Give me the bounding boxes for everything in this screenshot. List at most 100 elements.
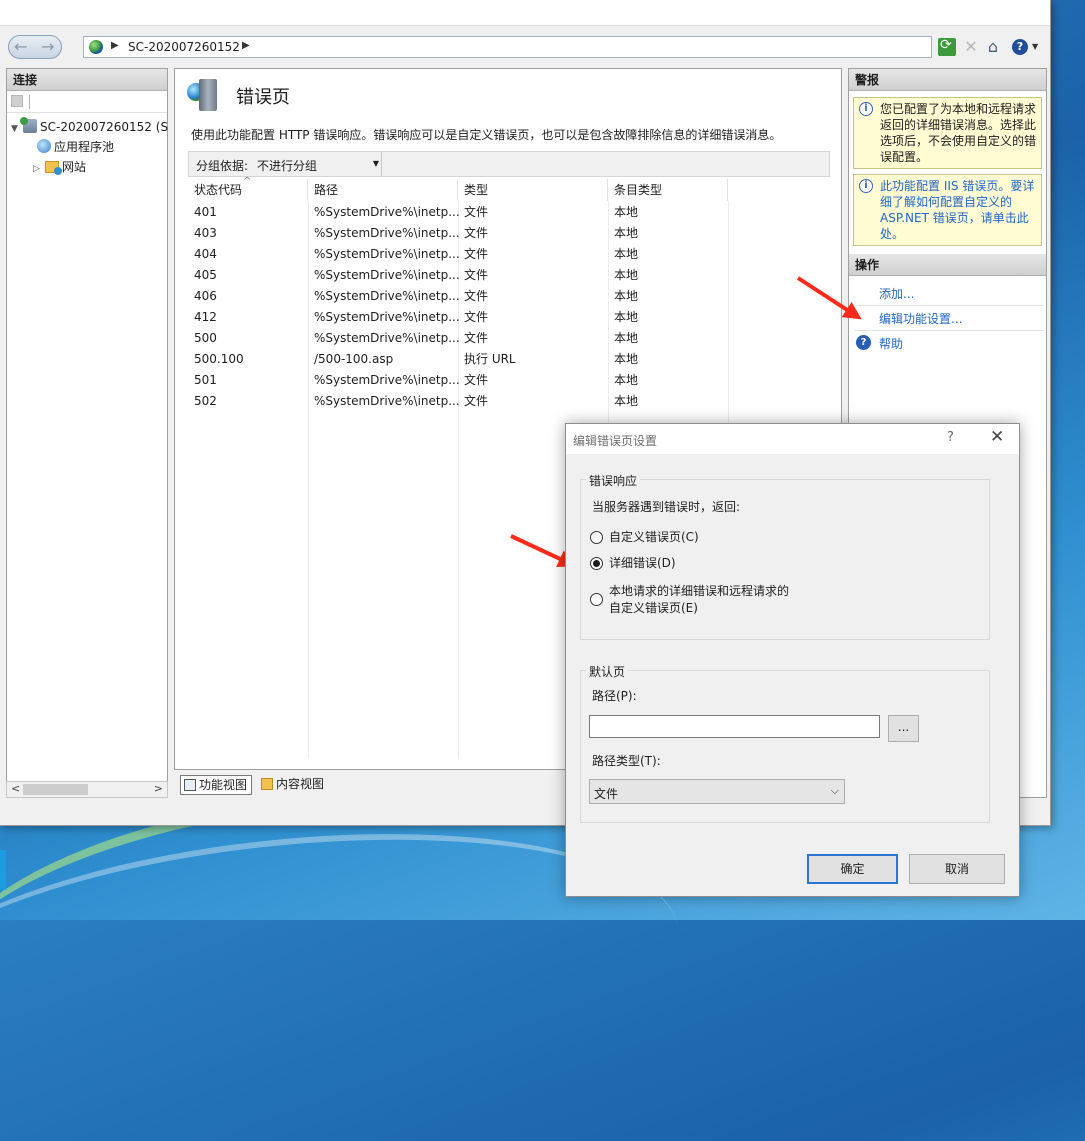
toolbar-separator <box>381 152 382 176</box>
action-help[interactable]: 帮助 <box>879 335 903 352</box>
cell-entry-type: 本地 <box>614 352 639 366</box>
scroll-thumb[interactable] <box>23 784 88 795</box>
app-pool-icon <box>37 139 51 153</box>
breadcrumb-arrow-icon[interactable]: ▶ <box>111 40 119 51</box>
alert-more-info[interactable]: i 此功能配置 IIS 错误页。要详细了解如何配置自定义的 ASP.NET 错误… <box>853 174 1042 246</box>
connections-toolbar <box>7 91 167 113</box>
cell-status-code: 406 <box>194 289 217 303</box>
desktop-icon-edge <box>0 850 6 890</box>
cell-entry-type: 本地 <box>614 247 639 261</box>
cell-entry-type: 本地 <box>614 394 639 408</box>
dialog-help-button[interactable]: ? <box>947 430 954 445</box>
cell-status-code: 404 <box>194 247 217 261</box>
chevron-down-icon[interactable]: ⌵ <box>831 784 839 798</box>
table-row[interactable]: 403 %SystemDrive%\inetp... 文件 本地 <box>188 223 728 244</box>
radio-label-mixed-line1[interactable]: 本地请求的详细错误和远程请求的 <box>609 583 789 600</box>
action-edit-feature-settings[interactable]: 编辑功能设置... <box>879 310 962 327</box>
action-separator <box>855 305 1044 306</box>
chevron-right-icon[interactable]: ▷ <box>33 160 45 178</box>
cell-status-code: 405 <box>194 268 217 282</box>
path-input[interactable] <box>589 715 880 738</box>
page-description: 使用此功能配置 HTTP 错误响应。错误响应可以是自定义错误页，也可以是包含故障… <box>191 128 782 142</box>
cell-status-code: 501 <box>194 373 217 387</box>
cell-entry-type: 本地 <box>614 310 639 324</box>
tree-node-label: 应用程序池 <box>54 140 115 154</box>
forward-arrow-icon[interactable]: → <box>41 37 54 56</box>
cell-type: 文件 <box>464 331 489 345</box>
radio-custom-error-pages[interactable] <box>590 531 603 544</box>
content-view-icon <box>261 778 273 790</box>
close-icon[interactable]: ✕ <box>990 427 1004 447</box>
scroll-right-icon[interactable]: > <box>154 782 163 795</box>
table-row[interactable]: 500.100/500-100.asp 执行 URL 本地 <box>188 349 728 370</box>
table-row[interactable]: 501 %SystemDrive%\inetp... 文件 本地 <box>188 370 728 391</box>
back-arrow-icon[interactable]: ← <box>14 37 27 56</box>
column-header-type[interactable]: 类型 <box>458 179 608 201</box>
group-by-bar: 分组依据: 不进行分组 ▼ <box>188 151 830 177</box>
cell-path: %SystemDrive%\inetp... <box>314 247 460 261</box>
tree-node-sites[interactable]: ▷ 网站 <box>33 158 86 176</box>
radio-label-mixed-line2[interactable]: 自定义错误页(E) <box>609 600 698 617</box>
radio-detailed-local-custom-remote[interactable] <box>590 593 603 606</box>
connect-icon[interactable] <box>11 95 23 107</box>
cell-type: 执行 URL <box>464 352 516 366</box>
error-response-legend: 错误响应 <box>586 472 641 489</box>
window-title-strip <box>0 0 1050 26</box>
error-response-prompt: 当服务器遇到错误时，返回: <box>592 500 741 514</box>
scroll-left-icon[interactable]: < <box>11 782 20 795</box>
path-type-select[interactable]: 文件 ⌵ <box>589 779 845 804</box>
tree-node-server[interactable]: ▼ SC-202007260152 (S <box>11 117 169 136</box>
path-type-label: 路径类型(T): <box>592 754 661 768</box>
cell-entry-type: 本地 <box>614 268 639 282</box>
home-icon[interactable]: ⌂ <box>984 38 1002 56</box>
breadcrumb-arrow-icon[interactable]: ▶ <box>242 40 250 51</box>
group-by-select[interactable]: 不进行分组 ▼ <box>257 157 379 174</box>
nav-buttons: ← → <box>8 35 62 59</box>
table-row[interactable]: 404 %SystemDrive%\inetp... 文件 本地 <box>188 244 728 265</box>
table-row[interactable]: 405 %SystemDrive%\inetp... 文件 本地 <box>188 265 728 286</box>
tree-node-label: SC-202007260152 (S <box>40 120 169 134</box>
cell-type: 文件 <box>464 247 489 261</box>
path-type-value: 文件 <box>594 787 619 801</box>
radio-label-custom[interactable]: 自定义错误页(C) <box>609 529 699 546</box>
toolbar-separator <box>29 95 30 109</box>
help-icon[interactable]: ? <box>1012 39 1028 55</box>
chevron-down-icon[interactable]: ▼ <box>1032 38 1050 56</box>
table-row[interactable]: 502 %SystemDrive%\inetp... 文件 本地 <box>188 391 728 412</box>
tree-node-label: 网站 <box>62 160 87 174</box>
cell-status-code: 500.100 <box>194 352 244 366</box>
browse-button[interactable]: ... <box>888 715 919 742</box>
table-row[interactable]: 412 %SystemDrive%\inetp... 文件 本地 <box>188 307 728 328</box>
table-row[interactable]: 401 %SystemDrive%\inetp... 文件 本地 <box>188 202 728 223</box>
connections-panel: 连接 ▼ SC-202007260152 (S 应用程序池 ▷ 网站 <box>6 68 168 798</box>
tree-node-app-pools[interactable]: 应用程序池 <box>37 138 114 156</box>
cell-status-code: 500 <box>194 331 217 345</box>
cell-status-code: 502 <box>194 394 217 408</box>
stop-icon[interactable]: ✕ <box>962 38 980 56</box>
ok-button[interactable]: 确定 <box>807 854 898 884</box>
connections-header: 连接 <box>7 69 167 91</box>
connections-hscrollbar[interactable]: < > <box>6 781 168 798</box>
breadcrumb-server[interactable]: SC-202007260152 <box>128 40 240 54</box>
action-add[interactable]: 添加... <box>879 285 914 302</box>
group-by-value: 不进行分组 <box>257 159 318 173</box>
cell-entry-type: 本地 <box>614 289 639 303</box>
column-header-entry-type[interactable]: 条目类型 <box>608 179 728 201</box>
info-icon: i <box>859 102 873 116</box>
tab-content-view[interactable]: 内容视图 <box>258 775 324 795</box>
column-header-status-code[interactable]: 状态代码 ^ <box>188 176 308 201</box>
sites-folder-icon <box>45 161 62 175</box>
table-row[interactable]: 500 %SystemDrive%\inetp... 文件 本地 <box>188 328 728 349</box>
group-by-label: 分组依据: <box>196 159 249 173</box>
column-header-path[interactable]: 路径 <box>308 179 458 201</box>
refresh-icon[interactable] <box>938 37 956 56</box>
address-bar[interactable]: ▶ SC-202007260152 ▶ <box>83 36 932 58</box>
chevron-down-icon[interactable]: ▼ <box>373 159 379 168</box>
cancel-button[interactable]: 取消 <box>909 854 1005 884</box>
table-row[interactable]: 406 %SystemDrive%\inetp... 文件 本地 <box>188 286 728 307</box>
tab-feature-view[interactable]: 功能视图 <box>180 775 253 795</box>
radio-detailed-errors[interactable] <box>590 557 603 570</box>
radio-label-detailed[interactable]: 详细错误(D) <box>609 555 676 572</box>
feature-view-icon <box>184 779 196 791</box>
help-icon[interactable]: ? <box>856 335 871 350</box>
